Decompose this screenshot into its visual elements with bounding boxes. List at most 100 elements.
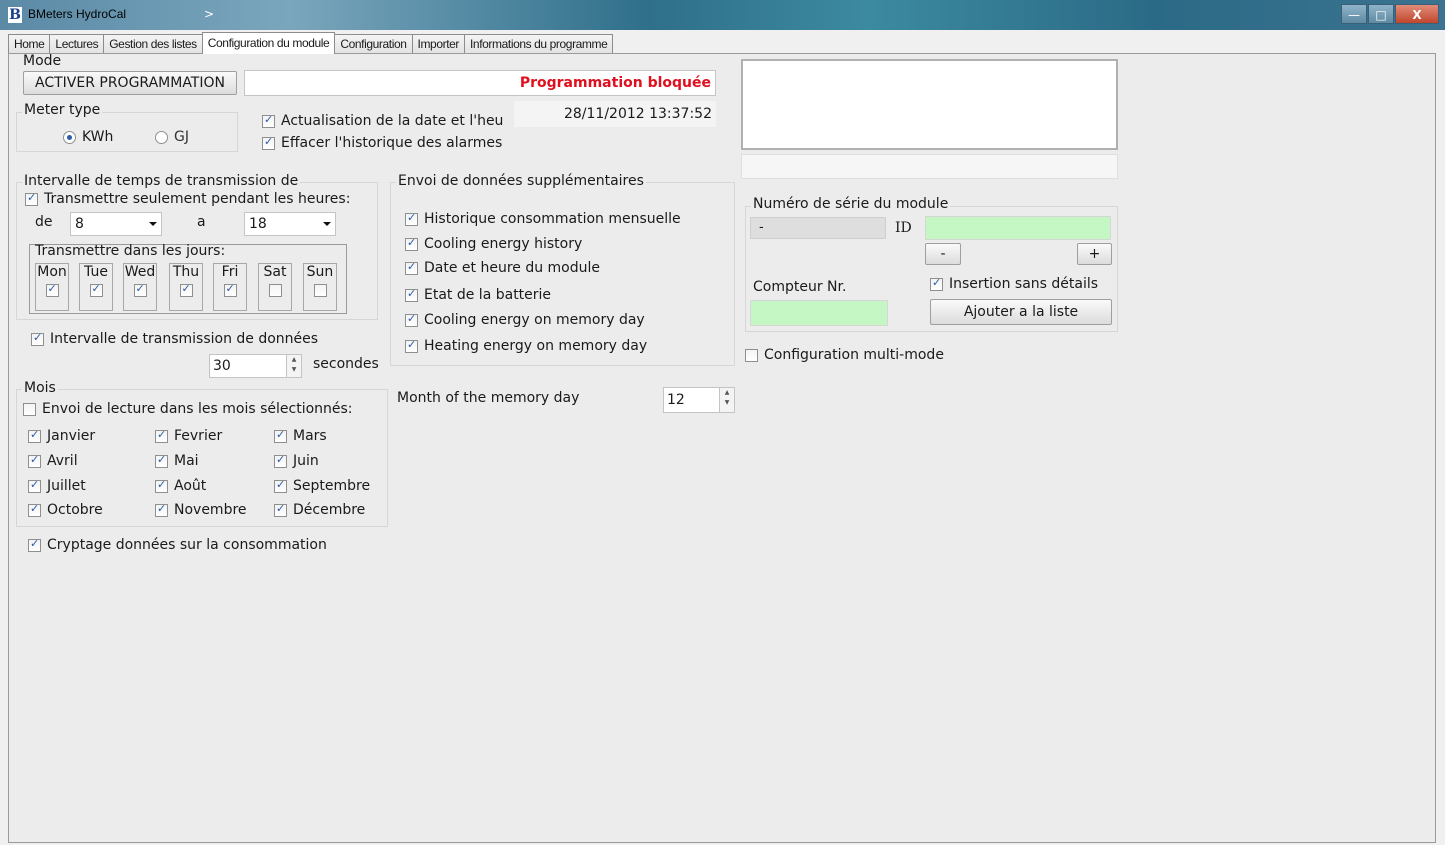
extra-data-item[interactable]: Etat de la batterie (405, 287, 551, 303)
minimize-button[interactable]: — (1341, 4, 1367, 24)
extra-data-checkbox[interactable] (405, 312, 418, 327)
meter-type-gj-option[interactable]: GJ (155, 129, 189, 145)
close-button[interactable]: X (1395, 4, 1439, 24)
month-juillet[interactable]: Juillet (28, 478, 86, 494)
day-mon-checkbox[interactable] (45, 282, 59, 297)
month-checkbox[interactable] (28, 428, 41, 443)
month-mars[interactable]: Mars (274, 428, 327, 444)
month-octobre[interactable]: Octobre (28, 502, 103, 518)
month-label: Juillet (47, 478, 86, 494)
insert-no-details-row[interactable]: Insertion sans détails (930, 276, 1098, 292)
chevron-down-icon (323, 222, 331, 226)
encryption-checkbox[interactable] (28, 537, 41, 552)
month-checkbox[interactable] (155, 478, 168, 493)
month-avril[interactable]: Avril (28, 453, 78, 469)
data-interval-spinner[interactable]: 30 ▲ ▼ (209, 354, 302, 378)
month-juin[interactable]: Juin (274, 453, 319, 469)
day-wed[interactable]: Wed (123, 263, 157, 311)
tab-lectures[interactable]: Lectures (49, 34, 105, 54)
month-decembre[interactable]: Décembre (274, 502, 365, 518)
month-checkbox[interactable] (274, 428, 287, 443)
add-to-list-button[interactable]: Ajouter a la liste (930, 299, 1112, 325)
update-datetime-checkbox-row[interactable]: Actualisation de la date et l'heu (262, 113, 514, 129)
data-interval-row[interactable]: Intervalle de transmission de données (31, 331, 318, 347)
send-selected-months-row[interactable]: Envoi de lecture dans les mois sélection… (23, 401, 353, 417)
month-checkbox[interactable] (28, 478, 41, 493)
month-checkbox[interactable] (28, 502, 41, 517)
update-datetime-checkbox[interactable] (262, 113, 275, 128)
month-checkbox[interactable] (274, 453, 287, 468)
day-wed-checkbox[interactable] (133, 282, 147, 297)
maximize-button[interactable]: □ (1368, 4, 1394, 24)
multimode-checkbox[interactable] (745, 348, 758, 362)
extra-data-item[interactable]: Date et heure du module (405, 260, 600, 276)
encryption-row[interactable]: Cryptage données sur la consommation (28, 537, 327, 553)
day-sun[interactable]: Sun (303, 263, 337, 311)
id-input[interactable] (925, 216, 1111, 240)
extra-data-checkbox[interactable] (405, 260, 418, 275)
day-sat[interactable]: Sat (258, 263, 292, 311)
month-mai[interactable]: Mai (155, 453, 199, 469)
month-janvier[interactable]: Janvier (28, 428, 95, 444)
month-novembre[interactable]: Novembre (155, 502, 247, 518)
extra-data-checkbox[interactable] (405, 211, 418, 226)
extra-data-checkbox[interactable] (405, 287, 418, 302)
day-tue-checkbox[interactable] (89, 282, 103, 297)
month-fevrier[interactable]: Fevrier (155, 428, 222, 444)
to-hour-select[interactable]: 18 (244, 212, 336, 236)
day-tue[interactable]: Tue (79, 263, 113, 311)
spinner-arrows-icon[interactable]: ▲ ▼ (286, 355, 301, 377)
extra-data-item[interactable]: Heating energy on memory day (405, 338, 647, 354)
day-fri-checkbox[interactable] (223, 282, 237, 297)
day-sun-checkbox[interactable] (313, 284, 327, 297)
month-septembre[interactable]: Septembre (274, 478, 370, 494)
counter-input[interactable] (750, 300, 888, 326)
month-checkbox[interactable] (155, 502, 168, 517)
month-checkbox[interactable] (28, 453, 41, 468)
month-checkbox[interactable] (155, 428, 168, 443)
tab-configuration-du-module[interactable]: Configuration du module (201, 32, 336, 54)
month-aout[interactable]: Août (155, 478, 206, 494)
month-checkbox[interactable] (274, 502, 287, 517)
increment-button[interactable]: + (1077, 243, 1112, 265)
tab-gestion-des-listes[interactable]: Gestion des listes (103, 34, 203, 54)
day-thu-checkbox[interactable] (179, 282, 193, 297)
clear-alarms-checkbox-row[interactable]: Effacer l'historique des alarmes (262, 135, 502, 151)
extra-data-item[interactable]: Historique consommation mensuelle (405, 211, 681, 227)
mode-title: Mode (23, 53, 62, 69)
from-hour-value: 8 (75, 216, 84, 232)
insert-no-details-checkbox[interactable] (930, 276, 943, 291)
decrement-button[interactable]: - (925, 243, 961, 265)
clear-alarms-checkbox[interactable] (262, 135, 275, 150)
tab-configuration[interactable]: Configuration (334, 34, 413, 54)
meter-type-kwh-option[interactable]: KWh (63, 129, 113, 145)
send-selected-months-checkbox[interactable] (23, 402, 36, 416)
spinner-arrows-icon[interactable]: ▲ ▼ (719, 388, 734, 412)
tab-importer[interactable]: Importer (411, 34, 465, 54)
extra-data-item[interactable]: Cooling energy history (405, 236, 582, 252)
extra-data-checkbox[interactable] (405, 338, 418, 353)
from-hour-select[interactable]: 8 (70, 212, 162, 236)
tab-home[interactable]: Home (8, 34, 51, 54)
month-label: Mars (293, 428, 327, 444)
memory-day-spinner[interactable]: 12 ▲ ▼ (663, 387, 735, 413)
tab-informations-du-programme[interactable]: Informations du programme (464, 34, 614, 54)
activate-programming-button[interactable]: ACTIVER PROGRAMMATION (23, 71, 237, 95)
kwh-radio[interactable] (63, 130, 76, 144)
month-checkbox[interactable] (274, 478, 287, 493)
day-fri[interactable]: Fri (213, 263, 247, 311)
transmit-only-hours-checkbox[interactable] (25, 191, 38, 206)
day-mon[interactable]: Mon (35, 263, 69, 311)
day-label: Tue (84, 264, 108, 280)
transmit-only-hours-row[interactable]: Transmettre seulement pendant les heures… (25, 191, 350, 207)
multimode-row[interactable]: Configuration multi-mode (745, 347, 944, 363)
month-checkbox[interactable] (155, 453, 168, 468)
serial-value: - (750, 217, 886, 239)
day-sat-checkbox[interactable] (268, 284, 282, 297)
gj-radio[interactable] (155, 130, 168, 144)
extra-data-item[interactable]: Cooling energy on memory day (405, 312, 645, 328)
day-thu[interactable]: Thu (169, 263, 203, 311)
extra-data-checkbox[interactable] (405, 236, 418, 251)
data-interval-checkbox[interactable] (31, 331, 44, 346)
extra-data-label: Heating energy on memory day (424, 338, 648, 354)
